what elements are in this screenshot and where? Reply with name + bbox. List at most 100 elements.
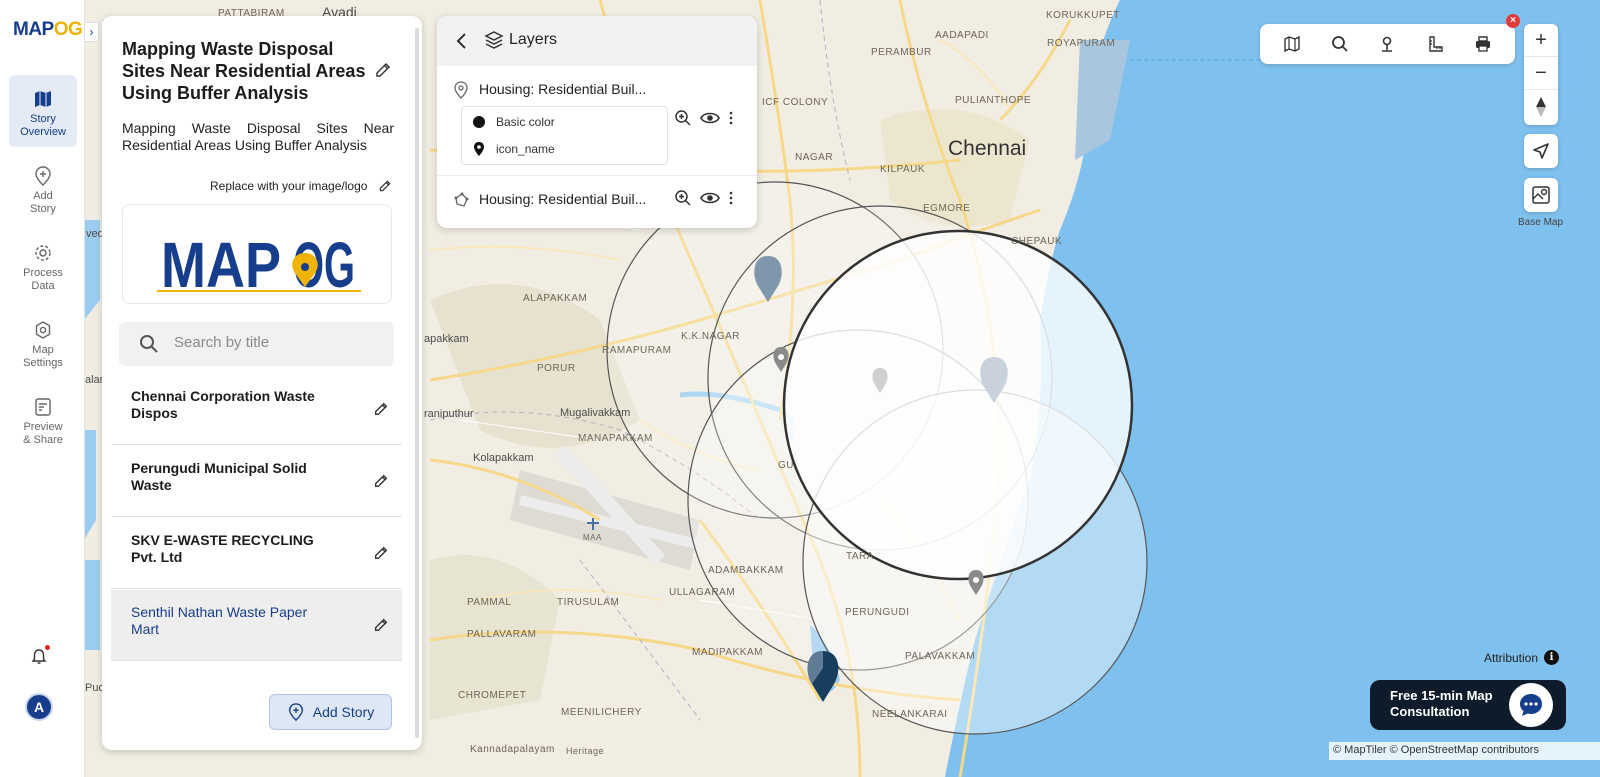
- map-icon: [35, 91, 51, 107]
- story-list-item[interactable]: Chennai Corporation Waste Dispos: [111, 374, 402, 445]
- print-icon[interactable]: [1474, 35, 1492, 53]
- attribution-toggle[interactable]: Attribution i: [1484, 650, 1560, 665]
- compass-button[interactable]: [1524, 90, 1558, 123]
- story-list-item[interactable]: Perungudi Municipal Solid Waste: [111, 446, 402, 517]
- edit-logo-icon[interactable]: [378, 179, 392, 193]
- nav-story-overview[interactable]: Story Overview: [9, 75, 77, 147]
- pin-icon[interactable]: [1378, 35, 1396, 53]
- back-chevron-icon[interactable]: [455, 31, 469, 51]
- place-label: Mugalivakkam: [560, 407, 631, 419]
- search-input[interactable]: [174, 334, 374, 351]
- place-label: Heritage: [566, 746, 605, 756]
- zoom-in-button[interactable]: +: [1524, 24, 1558, 57]
- city-label: Chennai: [948, 137, 1027, 160]
- basemap-icon: [1532, 186, 1550, 204]
- collapse-nav-button[interactable]: ›: [85, 22, 99, 42]
- nav-map-settings[interactable]: Map Settings: [9, 306, 77, 378]
- story-search: [119, 322, 394, 366]
- compass-icon: [1536, 96, 1546, 117]
- place-label: PERUNGUDI: [845, 607, 910, 618]
- settings-icon: [35, 321, 51, 339]
- layers-title: Layers: [509, 31, 558, 48]
- add-story-button[interactable]: Add Story: [269, 694, 392, 730]
- bell-icon: [31, 649, 47, 664]
- eye-icon[interactable]: [700, 189, 720, 207]
- add-location-icon: [35, 166, 51, 186]
- nav-process-data[interactable]: Process Data: [9, 229, 77, 301]
- attribution-label: Attribution: [1484, 650, 1539, 665]
- place-label: MEENILICHERY: [561, 707, 642, 718]
- place-label: TARA: [846, 551, 874, 562]
- place-label: MANAPAKKAM: [578, 433, 653, 444]
- nav-preview-share[interactable]: Preview & Share: [9, 383, 77, 455]
- story-item-label: Perungudi Municipal Solid Waste: [131, 460, 307, 493]
- place-label: CHEPAUK: [1011, 236, 1063, 247]
- replace-image-label: Replace with your image/logo: [210, 179, 368, 193]
- map-layers-icon[interactable]: [1283, 35, 1301, 53]
- place-label: PERAMBUR: [871, 47, 932, 58]
- story-scrollbar[interactable]: [415, 28, 419, 738]
- info-icon: i: [1544, 650, 1560, 665]
- layers-header: Layers: [437, 16, 757, 66]
- nav-label: Story Overview: [20, 113, 66, 138]
- nav-add-story[interactable]: Add Story: [9, 152, 77, 224]
- place-label: KORUKKUPET: [1046, 10, 1120, 21]
- place-label: NAGAR: [795, 152, 834, 163]
- place-label: MADIPAKKAM: [692, 647, 763, 658]
- layer-divider: [437, 175, 757, 176]
- place-label: GU: [778, 460, 794, 471]
- polygon-icon: [454, 192, 469, 207]
- zoom-to-layer-icon[interactable]: [674, 189, 692, 207]
- layers-panel: Layers Housing: Residential Buil... Basi…: [437, 16, 757, 228]
- nav-label: Map Settings: [23, 344, 63, 369]
- more-vertical-icon[interactable]: [728, 109, 734, 127]
- mapog-logo-image: MAP OG: [157, 229, 361, 301]
- add-story-label: Add Story: [312, 704, 375, 720]
- story-list-item[interactable]: SKV E-WASTE RECYCLING Pvt. Ltd: [111, 518, 402, 589]
- story-item-label: Chennai Corporation Waste Dispos: [131, 388, 315, 421]
- layer-tools: [674, 109, 734, 127]
- edit-icon[interactable]: [373, 473, 389, 489]
- place-label: MAA: [583, 533, 602, 542]
- measure-icon[interactable]: [1426, 35, 1444, 53]
- story-list-item-selected[interactable]: Senthil Nathan Waste Paper Mart: [111, 590, 402, 661]
- locate-button[interactable]: [1524, 134, 1558, 168]
- legend-item: Basic color: [472, 115, 555, 129]
- place-label: PORUR: [537, 363, 576, 374]
- legend-label: Basic color: [496, 115, 555, 129]
- layers-icon: [484, 31, 504, 49]
- notifications-button[interactable]: [30, 645, 50, 671]
- basemap-button[interactable]: [1524, 178, 1558, 212]
- edit-icon[interactable]: [373, 617, 389, 633]
- nav-label: Add Story: [30, 190, 56, 215]
- gear-icon: [35, 245, 51, 261]
- place-label: K.K.NAGAR: [681, 331, 740, 342]
- zoom-out-button[interactable]: −: [1524, 57, 1558, 90]
- edit-icon[interactable]: [373, 401, 389, 417]
- story-logo-box[interactable]: MAP OG: [122, 204, 392, 304]
- consultation-text: Free 15-min Map Consultation: [1390, 688, 1493, 719]
- preview-icon: [35, 398, 51, 416]
- eye-icon[interactable]: [700, 109, 720, 127]
- close-toolbar-icon[interactable]: ×: [1506, 14, 1520, 28]
- navigation-arrow-icon: [1533, 143, 1549, 159]
- story-item-label: SKV E-WASTE RECYCLING Pvt. Ltd: [131, 532, 314, 565]
- more-vertical-icon[interactable]: [728, 189, 734, 207]
- filled-circle-icon: [473, 116, 485, 128]
- app-logo[interactable]: MAPOG: [13, 19, 83, 41]
- place-label: AADAPADI: [935, 30, 989, 41]
- place-label: EGMORE: [923, 203, 971, 214]
- place-label: raniputhur: [424, 408, 474, 420]
- place-label: PAMMAL: [467, 597, 512, 608]
- nav-label: Preview & Share: [23, 421, 63, 446]
- search-icon[interactable]: [1331, 35, 1349, 53]
- left-nav: MAPOG › Story Overview Add Story Process…: [0, 0, 99, 777]
- story-description: Mapping Waste Disposal Sites Near Reside…: [122, 120, 394, 153]
- place-label: Kolapakkam: [473, 452, 534, 464]
- avatar[interactable]: A: [25, 693, 53, 721]
- edit-icon[interactable]: [373, 545, 389, 561]
- edit-title-icon[interactable]: [374, 61, 392, 79]
- add-location-icon: [288, 703, 303, 721]
- chat-button[interactable]: [1509, 683, 1553, 727]
- zoom-to-layer-icon[interactable]: [674, 109, 692, 127]
